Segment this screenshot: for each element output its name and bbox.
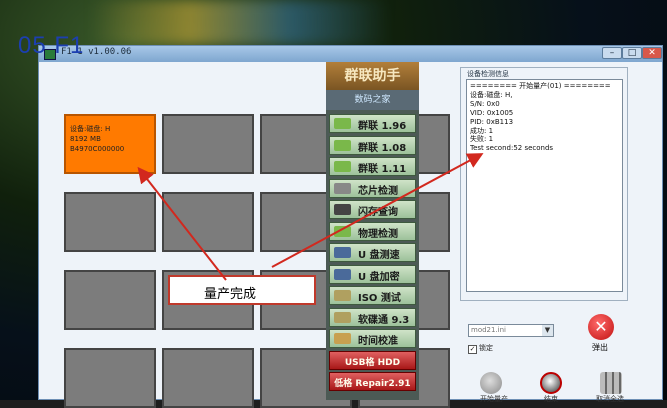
annotation-arrows: [137, 153, 484, 281]
arrow-to-info: [271, 153, 484, 268]
arrow-to-slot: [137, 166, 227, 281]
